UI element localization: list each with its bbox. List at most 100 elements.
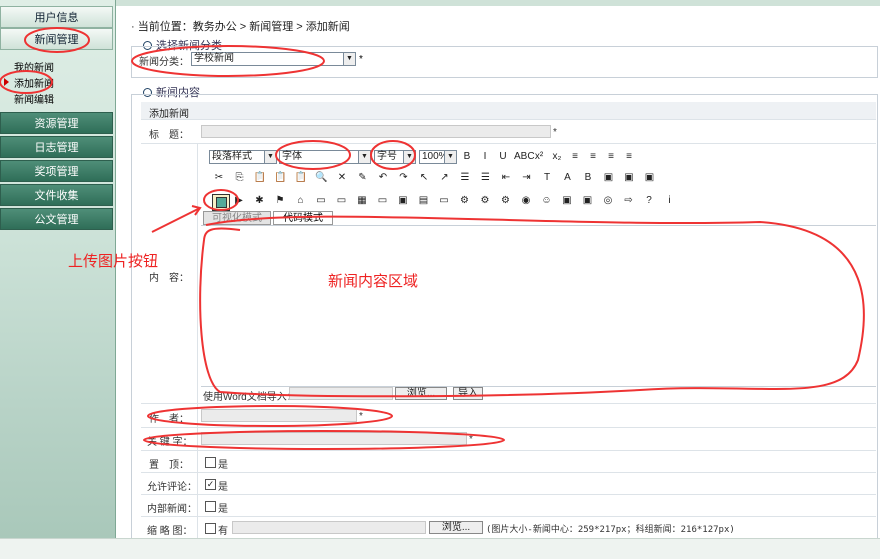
tab-code-mode[interactable]: 代码模式	[273, 211, 333, 225]
insert-button-7[interactable]: ▭	[376, 194, 390, 208]
insert-button-9[interactable]: ▤	[417, 194, 431, 208]
sidebar-sub-add-news[interactable]: 添加新闻	[14, 75, 54, 90]
thumbnail-browse-button[interactable]: 浏览...	[429, 521, 483, 534]
content-editor-area[interactable]	[201, 225, 876, 387]
sidebar-item-logs[interactable]: 日志管理	[0, 136, 113, 158]
internal-checkbox[interactable]	[205, 501, 216, 512]
edit-button-4[interactable]: 📋	[294, 171, 308, 185]
insert-button-14[interactable]: ◉	[519, 194, 533, 208]
keyword-label: 关 键 字：	[147, 437, 193, 448]
content-label: 内 容：	[149, 273, 189, 284]
insert-button-0[interactable]: ▶	[232, 194, 246, 208]
format-button-5[interactable]: x₂	[550, 150, 564, 164]
edit-button-10[interactable]: ↖	[417, 171, 431, 185]
category-select[interactable]: 学校新闻 ▼	[191, 52, 356, 66]
required-mark: *	[359, 411, 363, 422]
divider	[141, 403, 876, 404]
author-input[interactable]	[201, 409, 357, 422]
sidebar-item-documents[interactable]: 公文管理	[0, 208, 113, 230]
thumbnail-checkbox[interactable]	[205, 523, 216, 534]
insert-button-20[interactable]: ?	[642, 194, 656, 208]
edit-button-20[interactable]: ▣	[622, 171, 636, 185]
sidebar-sub-edit-news[interactable]: 新闻编辑	[14, 91, 54, 106]
zoom-select[interactable]: 100% ▼	[419, 150, 457, 164]
word-file-input[interactable]	[289, 387, 393, 400]
title-input[interactable]	[201, 125, 551, 138]
insert-button-10[interactable]: ▭	[437, 194, 451, 208]
tab-visual-mode[interactable]: 可视化模式	[203, 211, 271, 225]
insert-button-2[interactable]: ⚑	[273, 194, 287, 208]
edit-button-6[interactable]: ✕	[335, 171, 349, 185]
insert-button-8[interactable]: ▣	[396, 194, 410, 208]
keyword-input[interactable]	[201, 432, 467, 445]
format-button-8[interactable]: ≡	[604, 150, 618, 164]
required-mark: *	[469, 434, 473, 445]
chevron-down-icon: ▼	[403, 151, 415, 163]
insert-button-11[interactable]: ⚙	[458, 194, 472, 208]
edit-button-9[interactable]: ↷	[397, 171, 411, 185]
word-browse-button[interactable]: 浏览...	[395, 387, 447, 400]
edit-button-15[interactable]: ⇥	[520, 171, 534, 185]
edit-button-3[interactable]: 📋	[274, 171, 288, 185]
format-button-4[interactable]: x²	[532, 150, 546, 164]
format-button-3[interactable]: ABC	[514, 150, 535, 164]
font-select[interactable]: 字体 ▼	[279, 150, 371, 164]
insert-button-1[interactable]: ✱	[253, 194, 267, 208]
insert-button-15[interactable]: ☺	[540, 194, 554, 208]
annotation-upload-button: 上传图片按钮	[68, 253, 159, 270]
edit-button-17[interactable]: A	[561, 171, 575, 185]
sidebar-item-resources[interactable]: 资源管理	[0, 112, 113, 134]
chevron-down-icon: ▼	[444, 151, 456, 163]
edit-button-8[interactable]: ↶	[376, 171, 390, 185]
sidebar-item-awards[interactable]: 奖项管理	[0, 160, 113, 182]
edit-button-21[interactable]: ▣	[643, 171, 657, 185]
upload-image-button[interactable]	[212, 194, 230, 211]
edit-button-1[interactable]: ⎘	[233, 171, 247, 185]
edit-button-12[interactable]: ☰	[458, 171, 472, 185]
format-button-2[interactable]: U	[496, 150, 510, 164]
sidebar-item-user-info[interactable]: 用户信息	[0, 6, 113, 28]
category-label: 新闻分类：	[139, 57, 189, 68]
insert-button-16[interactable]: ▣	[560, 194, 574, 208]
edit-button-14[interactable]: ⇤	[499, 171, 513, 185]
format-button-1[interactable]: I	[478, 150, 492, 164]
insert-button-6[interactable]: ▦	[355, 194, 369, 208]
format-button-9[interactable]: ≡	[622, 150, 636, 164]
sidebar-item-files[interactable]: 文件收集	[0, 184, 113, 206]
format-button-6[interactable]: ≡	[568, 150, 582, 164]
insert-button-17[interactable]: ▣	[581, 194, 595, 208]
paragraph-style-select[interactable]: 段落样式 ▼	[209, 150, 277, 164]
chevron-down-icon: ▼	[358, 151, 370, 163]
edit-button-16[interactable]: T	[540, 171, 554, 185]
insert-button-4[interactable]: ▭	[314, 194, 328, 208]
format-button-0[interactable]: B	[460, 150, 474, 164]
insert-button-12[interactable]: ⚙	[478, 194, 492, 208]
edit-button-19[interactable]: ▣	[602, 171, 616, 185]
author-label: 作 者：	[149, 414, 189, 425]
thumbnail-file-input[interactable]	[232, 521, 426, 534]
font-size-select[interactable]: 字号 ▼	[374, 150, 416, 164]
edit-button-7[interactable]: ✎	[356, 171, 370, 185]
insert-button-3[interactable]: ⌂	[294, 194, 308, 208]
comment-label: 允许评论：	[147, 482, 197, 493]
comment-checkbox[interactable]: ✓	[205, 479, 216, 490]
edit-button-5[interactable]: 🔍	[315, 171, 329, 185]
edit-button-18[interactable]: B	[581, 171, 595, 185]
edit-button-2[interactable]: 📋	[253, 171, 267, 185]
word-import-button[interactable]: 导入	[453, 387, 483, 400]
pin-checkbox[interactable]	[205, 457, 216, 468]
edit-button-11[interactable]: ↗	[438, 171, 452, 185]
insert-button-19[interactable]: ⇨	[622, 194, 636, 208]
edit-button-0[interactable]: ✂	[212, 171, 226, 185]
insert-button-21[interactable]: i	[663, 194, 677, 208]
sidebar-sub-my-news[interactable]: 我的新闻	[14, 59, 54, 74]
sidebar-item-news[interactable]: 新闻管理	[0, 28, 113, 50]
insert-button-5[interactable]: ▭	[335, 194, 349, 208]
current-arrow-icon	[4, 78, 9, 86]
divider	[141, 494, 876, 495]
format-button-7[interactable]: ≡	[586, 150, 600, 164]
thumbnail-hint: (图片大小-新闻中心：259*217px；科组新闻：216*127px)	[486, 525, 735, 535]
edit-button-13[interactable]: ☰	[479, 171, 493, 185]
insert-button-13[interactable]: ⚙	[499, 194, 513, 208]
insert-button-18[interactable]: ◎	[601, 194, 615, 208]
